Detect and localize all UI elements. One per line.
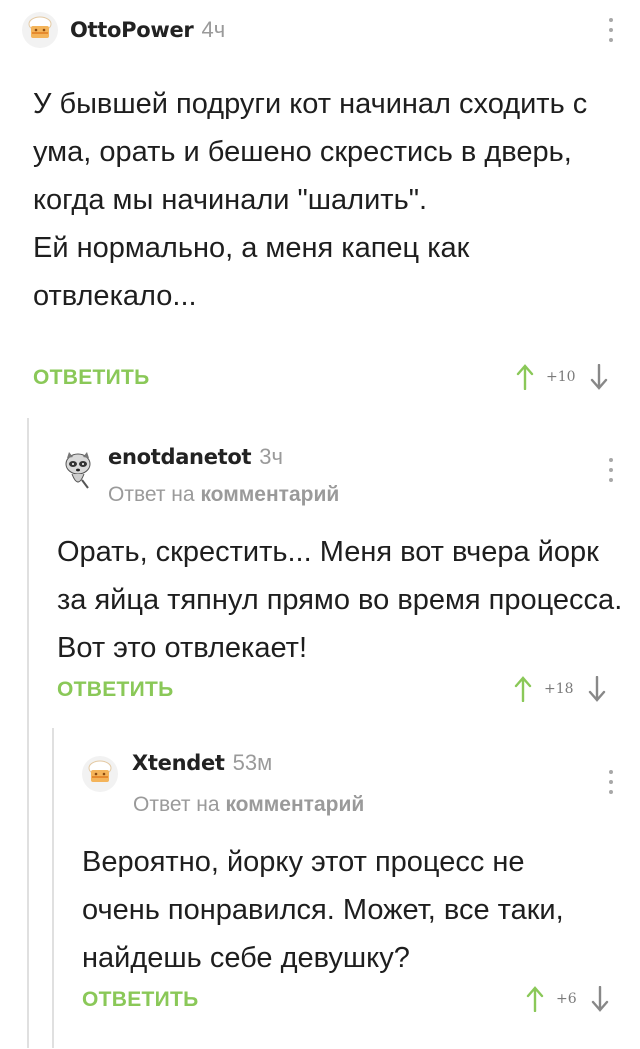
username[interactable]: Xtendet bbox=[132, 751, 225, 775]
reply-to-line: Ответ на комментарий bbox=[108, 483, 339, 507]
reply-to-link[interactable]: комментарий bbox=[200, 483, 339, 506]
arrow-up-icon[interactable] bbox=[514, 676, 532, 702]
rating: +18 bbox=[544, 681, 574, 697]
rating: +10 bbox=[546, 369, 576, 385]
reply-to-link[interactable]: комментарий bbox=[225, 793, 364, 816]
reply-button[interactable]: ОТВЕТИТЬ bbox=[33, 366, 150, 390]
more-vertical-icon[interactable] bbox=[608, 458, 614, 482]
timestamp: 3ч bbox=[259, 444, 283, 469]
more-vertical-icon[interactable] bbox=[608, 770, 614, 794]
raccoon-avatar-icon[interactable] bbox=[60, 450, 96, 490]
arrow-down-icon[interactable] bbox=[591, 986, 609, 1012]
reply-button[interactable]: ОТВЕТИТЬ bbox=[57, 678, 174, 702]
arrow-down-icon[interactable] bbox=[588, 676, 606, 702]
arrow-up-icon[interactable] bbox=[516, 364, 534, 390]
comment-text: Вероятно, йорку этот процесс не очень по… bbox=[82, 846, 564, 974]
vote-controls: +6 bbox=[526, 986, 609, 1012]
username[interactable]: OttoPower bbox=[70, 18, 194, 42]
reply-button[interactable]: ОТВЕТИТЬ bbox=[82, 988, 199, 1012]
thread-line-level-1 bbox=[27, 418, 29, 1048]
vote-controls: +18 bbox=[514, 676, 606, 702]
comment-header: OttoPower 4ч bbox=[22, 12, 225, 48]
comment-header: Xtendet 53м bbox=[82, 750, 272, 792]
rating: +6 bbox=[556, 991, 577, 1007]
thread-line-level-2 bbox=[52, 728, 54, 1048]
timestamp: 4ч bbox=[201, 17, 226, 42]
timestamp: 53м bbox=[232, 750, 273, 775]
reply-to-prefix: Ответ на bbox=[108, 483, 195, 506]
chef-hat-avatar-icon[interactable] bbox=[22, 12, 58, 48]
reply-to-line: Ответ на комментарий bbox=[133, 793, 364, 817]
chef-hat-avatar-icon[interactable] bbox=[82, 756, 118, 792]
arrow-up-icon[interactable] bbox=[526, 986, 544, 1012]
more-vertical-icon[interactable] bbox=[608, 18, 614, 42]
reply-to-prefix: Ответ на bbox=[133, 793, 220, 816]
vote-controls: +10 bbox=[516, 364, 608, 390]
arrow-down-icon[interactable] bbox=[590, 364, 608, 390]
comment-text: Орать, скрестить... Меня вот вчера йорк … bbox=[57, 536, 623, 664]
username[interactable]: enotdanetot bbox=[108, 445, 252, 469]
comment-text: У бывшей подруги кот начинал сходить с у… bbox=[33, 88, 588, 312]
